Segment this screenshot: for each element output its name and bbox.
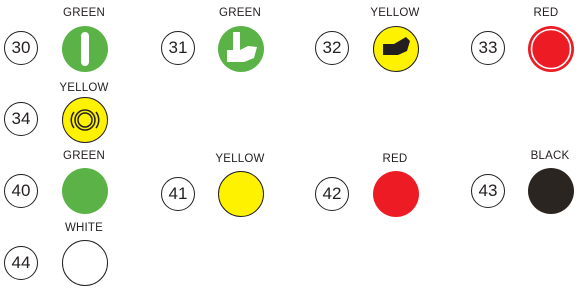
color-label: BLACK	[530, 150, 570, 162]
item-number: 40	[4, 174, 38, 208]
color-label: GREEN	[63, 150, 105, 162]
color-label: YELLOW	[59, 82, 109, 94]
green-button	[218, 26, 264, 72]
color-label: GREEN	[219, 7, 261, 19]
item-number: 33	[471, 31, 505, 65]
yellow-button	[218, 171, 264, 217]
bar-icon	[81, 32, 89, 66]
item-number: 41	[161, 177, 195, 211]
color-label: YELLOW	[370, 7, 420, 19]
color-label: GREEN	[63, 7, 105, 19]
black-button	[528, 168, 574, 214]
red-button	[373, 171, 419, 217]
green-button	[62, 168, 108, 214]
item-number: 34	[4, 102, 38, 136]
item-number: 44	[4, 246, 38, 280]
yellow-button	[62, 97, 108, 143]
color-label: WHITE	[64, 222, 104, 234]
yellow-button	[373, 26, 419, 72]
color-label: YELLOW	[215, 153, 265, 165]
white-button	[62, 240, 108, 286]
item-number: 32	[315, 31, 349, 65]
hand-press-icon	[383, 37, 410, 55]
color-label: RED	[533, 7, 559, 19]
item-number: 30	[4, 31, 38, 65]
item-number: 43	[471, 174, 505, 208]
color-label: RED	[382, 153, 408, 165]
concentric-rings-icon	[70, 109, 100, 131]
item-number: 42	[315, 177, 349, 211]
green-button	[62, 26, 108, 72]
hand-on-button-icon	[227, 32, 257, 62]
ring-icon	[530, 28, 572, 70]
red-button	[528, 26, 574, 72]
item-number: 31	[161, 31, 195, 65]
